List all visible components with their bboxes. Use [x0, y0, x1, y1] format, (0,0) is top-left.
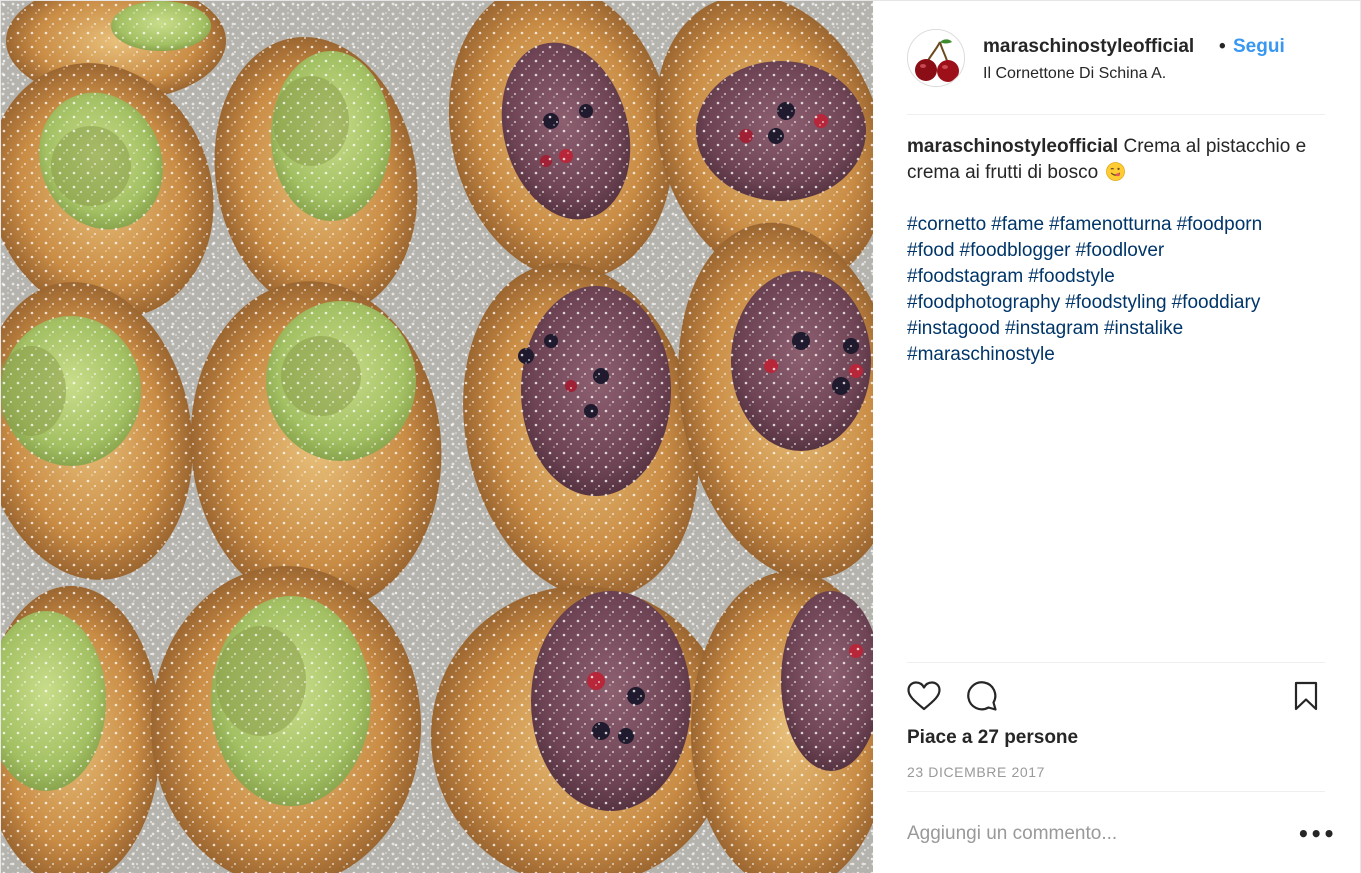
hashtag-list: #cornetto #fame #famenotturna #foodporn #fo…	[907, 212, 1325, 368]
caption-body: maraschinostyleofficial Crema al pistacc…	[907, 134, 1325, 186]
hashtag-link[interactable]: #food	[907, 240, 955, 261]
comment-input[interactable]	[907, 813, 1277, 855]
comment-button[interactable]	[963, 677, 1001, 715]
hashtag-link[interactable]: #foodstagram	[907, 266, 1023, 287]
yum-face-emoji-icon	[1106, 162, 1126, 181]
post-photo[interactable]	[1, 1, 873, 873]
caption-username[interactable]: maraschinostyleofficial	[907, 136, 1118, 157]
hashtag-link[interactable]: #foodporn	[1177, 214, 1263, 235]
hashtag-link[interactable]: #fame	[991, 214, 1044, 235]
divider	[907, 791, 1325, 792]
bookmark-icon	[1294, 681, 1318, 711]
avatar[interactable]	[907, 29, 965, 87]
action-bar	[907, 677, 1325, 717]
hashtag-link[interactable]: #foodphotography	[907, 292, 1060, 313]
hashtag-link[interactable]: #famenotturna	[1049, 214, 1172, 235]
post-date[interactable]: 23 DICEMBRE 2017	[907, 764, 1045, 780]
hashtag-link[interactable]: #fooddiary	[1172, 292, 1261, 313]
hashtag-link[interactable]: #foodblogger	[960, 240, 1071, 261]
follow-button[interactable]: Segui	[1233, 36, 1285, 58]
hashtag-link[interactable]: #maraschinostyle	[907, 344, 1055, 365]
post-caption: maraschinostyleofficial Crema al pistacc…	[907, 134, 1325, 368]
comment-form: •••	[907, 813, 1335, 855]
post-side-panel: maraschinostyleofficial • Segui Il Corne…	[873, 1, 1360, 873]
save-button[interactable]	[1287, 677, 1325, 715]
hashtag-link[interactable]: #foodlover	[1075, 240, 1164, 261]
username-link[interactable]: maraschinostyleofficial	[983, 36, 1194, 58]
more-options-button[interactable]: •••	[1297, 822, 1335, 846]
hashtag-link[interactable]: #cornetto	[907, 214, 986, 235]
comment-bubble-icon	[967, 681, 997, 711]
hashtag-link[interactable]: #foodstyle	[1028, 266, 1115, 287]
post-container: maraschinostyleofficial • Segui Il Corne…	[0, 0, 1361, 873]
hashtag-link[interactable]: #foodstyling	[1065, 292, 1166, 313]
like-button[interactable]	[905, 677, 943, 715]
post-header: maraschinostyleofficial • Segui Il Corne…	[907, 29, 1325, 115]
hashtag-link[interactable]: #instalike	[1104, 318, 1183, 339]
location-link[interactable]: Il Cornettone Di Schina A.	[983, 65, 1166, 83]
pastry-tray-image	[1, 1, 873, 873]
divider	[907, 662, 1325, 663]
hashtag-link[interactable]: #instagram	[1005, 318, 1099, 339]
cherry-logo	[908, 30, 964, 86]
heart-icon	[907, 681, 941, 711]
likes-count[interactable]: Piace a 27 persone	[907, 727, 1078, 749]
separator-dot: •	[1219, 36, 1226, 57]
hashtag-link[interactable]: #instagood	[907, 318, 1000, 339]
